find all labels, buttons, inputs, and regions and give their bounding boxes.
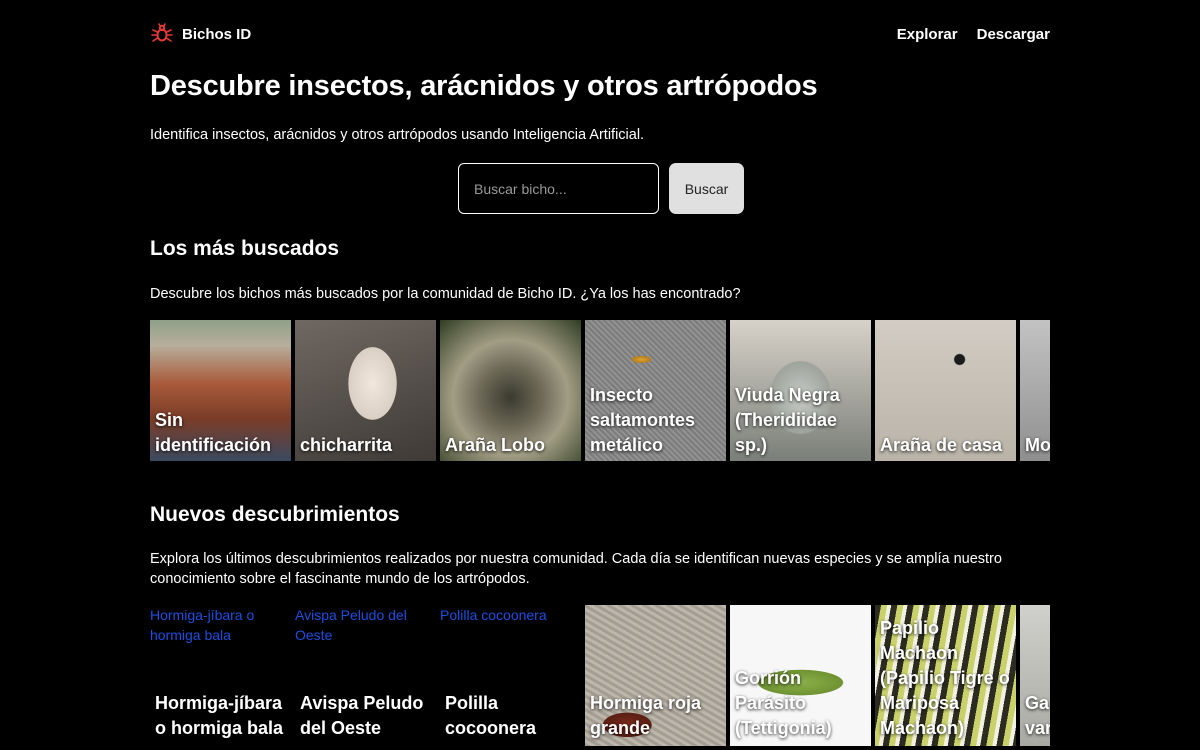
bug-card-label: Sin identificación xyxy=(155,410,272,455)
bug-card-label: Hormiga roja grande xyxy=(590,693,702,738)
bug-card[interactable]: Ga pe am (Da var xyxy=(1020,605,1050,746)
site-header: Bichos ID Explorar Descargar xyxy=(150,20,1050,48)
bug-card[interactable]: Sin identificación xyxy=(150,320,291,461)
popular-section-title: Los más buscados xyxy=(150,237,340,260)
recent-section-description: Explora los últimos descubrimientos real… xyxy=(150,551,1002,587)
main-nav: Explorar Descargar xyxy=(897,26,1050,43)
bug-card-label: Insecto saltamontes metálico xyxy=(590,385,696,455)
bug-card[interactable]: Araña Lobo xyxy=(440,320,581,461)
bug-card[interactable]: Hormiga roja grande xyxy=(585,605,726,746)
bug-card[interactable]: Avispa Peludo del Oeste Avispa Peludo de… xyxy=(295,605,436,746)
bug-card-label: Papilio Machaon (Papilio Tigre o Maripos… xyxy=(880,618,1010,738)
bug-card-label: Avispa Peludo del Oeste xyxy=(300,693,424,738)
bug-card-label: Viuda Negra (Theridiidae sp.) xyxy=(735,385,840,455)
bug-card-label: Polilla cocoonera xyxy=(445,693,537,738)
search-input[interactable] xyxy=(458,163,659,214)
search-button[interactable]: Buscar xyxy=(669,163,744,214)
brand-name: Bichos ID xyxy=(182,25,252,43)
recent-section-title: Nuevos descubrimientos xyxy=(150,503,400,526)
bug-card-label: Araña Lobo xyxy=(445,435,546,455)
bug-card[interactable]: Mo (Ca sp. xyxy=(1020,320,1050,461)
bug-logo-icon xyxy=(151,23,173,42)
bug-card[interactable]: Gorrión Parásito (Tettigonia) xyxy=(730,605,871,746)
bug-card-label: Ga pe am (Da var xyxy=(1025,693,1050,738)
broken-image-alt-text: Avispa Peludo del Oeste xyxy=(295,607,407,643)
bug-card-label: Mo (Ca sp. xyxy=(1025,435,1050,455)
recent-carousel[interactable]: Hormiga-jíbara o hormiga bala Hormiga-jí… xyxy=(150,605,1050,750)
bug-card[interactable]: Viuda Negra (Theridiidae sp.) xyxy=(730,320,871,461)
broken-image-alt-text: Hormiga-jíbara o hormiga bala xyxy=(150,607,255,643)
bug-card[interactable]: Insecto saltamontes metálico xyxy=(585,320,726,461)
bug-card[interactable]: chicharrita xyxy=(295,320,436,461)
page-subtitle: Identifica insectos, arácnidos y otros a… xyxy=(150,127,645,143)
bug-card[interactable]: Papilio Machaon (Papilio Tigre o Maripos… xyxy=(875,605,1016,746)
bug-card[interactable]: Araña de casa xyxy=(875,320,1016,461)
bug-card-label: Hormiga-jíbara o hormiga bala xyxy=(155,693,284,738)
brand-logo-link[interactable]: Bichos ID xyxy=(150,22,251,46)
bug-card-label: Araña de casa xyxy=(880,435,1003,455)
bug-card[interactable]: Hormiga-jíbara o hormiga bala Hormiga-jí… xyxy=(150,605,291,746)
bug-card-label: Gorrión Parásito (Tettigonia) xyxy=(735,668,832,738)
bug-card[interactable]: Polilla cocoonera Polilla cocoonera xyxy=(440,605,581,746)
nav-explorar-link[interactable]: Explorar xyxy=(897,26,958,43)
bug-card-label: chicharrita xyxy=(300,435,393,455)
page-title: Descubre insectos, arácnidos y otros art… xyxy=(150,70,818,102)
search-form: Buscar xyxy=(458,163,744,214)
nav-descargar-link[interactable]: Descargar xyxy=(977,26,1050,43)
broken-image-alt-text: Polilla cocoonera xyxy=(440,607,547,623)
popular-section-description: Descubre los bichos más buscados por la … xyxy=(150,286,741,302)
popular-carousel[interactable]: Sin identificación chicharrita Araña Lob… xyxy=(150,320,1050,465)
